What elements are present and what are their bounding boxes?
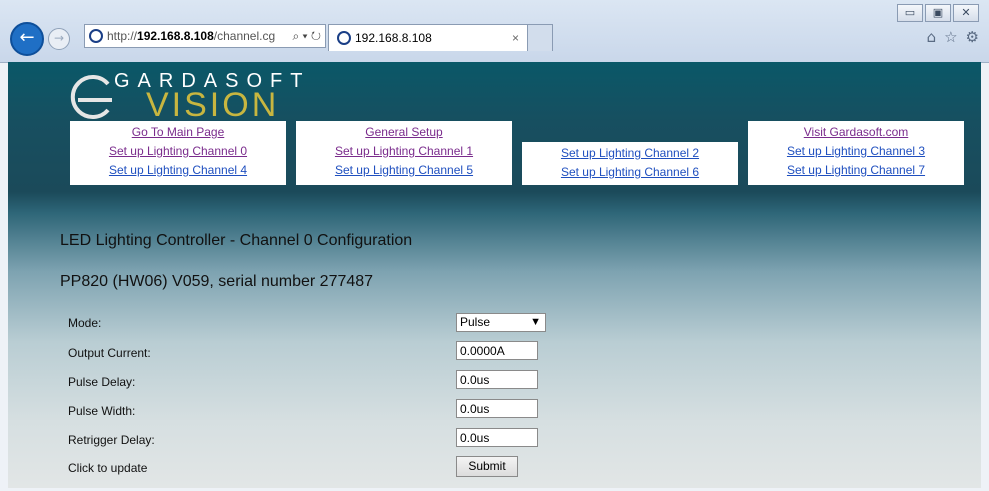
submit-button[interactable]: Submit xyxy=(456,456,518,477)
new-tab-button[interactable] xyxy=(527,24,553,51)
nav-box-4: Visit Gardasoft.com Set up Lighting Chan… xyxy=(748,121,964,185)
close-tab-icon[interactable]: × xyxy=(512,31,519,45)
close-window-button[interactable]: ✕ xyxy=(953,4,979,22)
page-content: GARDASOFT VISION Go To Main Page Set up … xyxy=(8,62,981,488)
link-channel-7[interactable]: Set up Lighting Channel 7 xyxy=(748,161,964,180)
home-icon[interactable]: ⌂ xyxy=(927,28,937,46)
link-gardasoft-site[interactable]: Visit Gardasoft.com xyxy=(748,123,964,142)
page-title: LED Lighting Controller - Channel 0 Conf… xyxy=(60,232,413,249)
back-arrow-icon: ← xyxy=(19,27,35,48)
retrigger-delay-input[interactable]: 0.0us xyxy=(456,428,538,447)
link-channel-6[interactable]: Set up Lighting Channel 6 xyxy=(522,163,738,182)
browser-chrome: ▭ ▣ ✕ ← → http:// 192.168.8.108 /channel… xyxy=(0,0,989,63)
window-controls: ▭ ▣ ✕ xyxy=(897,4,979,22)
mode-select[interactable]: Pulse ▼ xyxy=(456,313,546,332)
minimize-button[interactable]: ▭ xyxy=(897,4,923,22)
logo-text-vision: VISION xyxy=(146,86,280,124)
nav-box-1: Go To Main Page Set up Lighting Channel … xyxy=(70,121,286,185)
nav-box-3: Set up Lighting Channel 2 Set up Lightin… xyxy=(522,142,738,185)
url-path: /channel.cg xyxy=(213,29,276,43)
mode-label: Mode: xyxy=(68,316,102,330)
back-button[interactable]: ← xyxy=(10,22,44,56)
favorites-star-icon[interactable]: ☆ xyxy=(944,28,957,46)
logo-g-icon xyxy=(70,75,112,119)
pulse-delay-label: Pulse Delay: xyxy=(68,375,136,389)
ie-tab-icon xyxy=(337,31,351,45)
pulse-width-label: Pulse Width: xyxy=(68,404,136,418)
chevron-down-icon: ▼ xyxy=(530,316,541,328)
address-bar[interactable]: http:// 192.168.8.108 /channel.cg ⌕ ▾ ↻ xyxy=(84,24,326,48)
pulse-width-input[interactable]: 0.0us xyxy=(456,399,538,418)
settings-gear-icon[interactable]: ⚙ xyxy=(966,28,979,46)
link-channel-0[interactable]: Set up Lighting Channel 0 xyxy=(70,142,286,161)
tab-title: 192.168.8.108 xyxy=(355,31,432,45)
mode-select-value: Pulse xyxy=(460,315,491,329)
link-general-setup[interactable]: General Setup xyxy=(296,123,512,142)
nav-box-2: General Setup Set up Lighting Channel 1 … xyxy=(296,121,512,185)
link-channel-1[interactable]: Set up Lighting Channel 1 xyxy=(296,142,512,161)
search-refresh-icon[interactable]: ⌕ ▾ ↻ xyxy=(292,25,321,47)
maximize-button[interactable]: ▣ xyxy=(925,4,951,22)
browser-tools: ⌂ ☆ ⚙ xyxy=(927,28,979,46)
link-channel-4[interactable]: Set up Lighting Channel 4 xyxy=(70,161,286,180)
output-current-input[interactable]: 0.0000A xyxy=(456,341,538,360)
pulse-delay-input[interactable]: 0.0us xyxy=(456,370,538,389)
gardasoft-logo: GARDASOFT VISION xyxy=(68,70,308,124)
ie-icon xyxy=(89,29,103,43)
link-channel-3[interactable]: Set up Lighting Channel 3 xyxy=(748,142,964,161)
forward-arrow-icon: → xyxy=(53,31,65,45)
url-host: 192.168.8.108 xyxy=(137,29,214,43)
retrigger-delay-label: Retrigger Delay: xyxy=(68,433,155,447)
output-current-label: Output Current: xyxy=(68,346,151,360)
update-label: Click to update xyxy=(68,461,148,475)
tab-active[interactable]: 192.168.8.108 × xyxy=(328,24,528,51)
device-info: PP820 (HW06) V059, serial number 277487 xyxy=(60,273,374,290)
url-prefix: http:// xyxy=(107,29,138,43)
link-channel-5[interactable]: Set up Lighting Channel 5 xyxy=(296,161,512,180)
link-channel-2[interactable]: Set up Lighting Channel 2 xyxy=(522,144,738,163)
link-main-page[interactable]: Go To Main Page xyxy=(70,123,286,142)
forward-button[interactable]: → xyxy=(48,28,70,50)
